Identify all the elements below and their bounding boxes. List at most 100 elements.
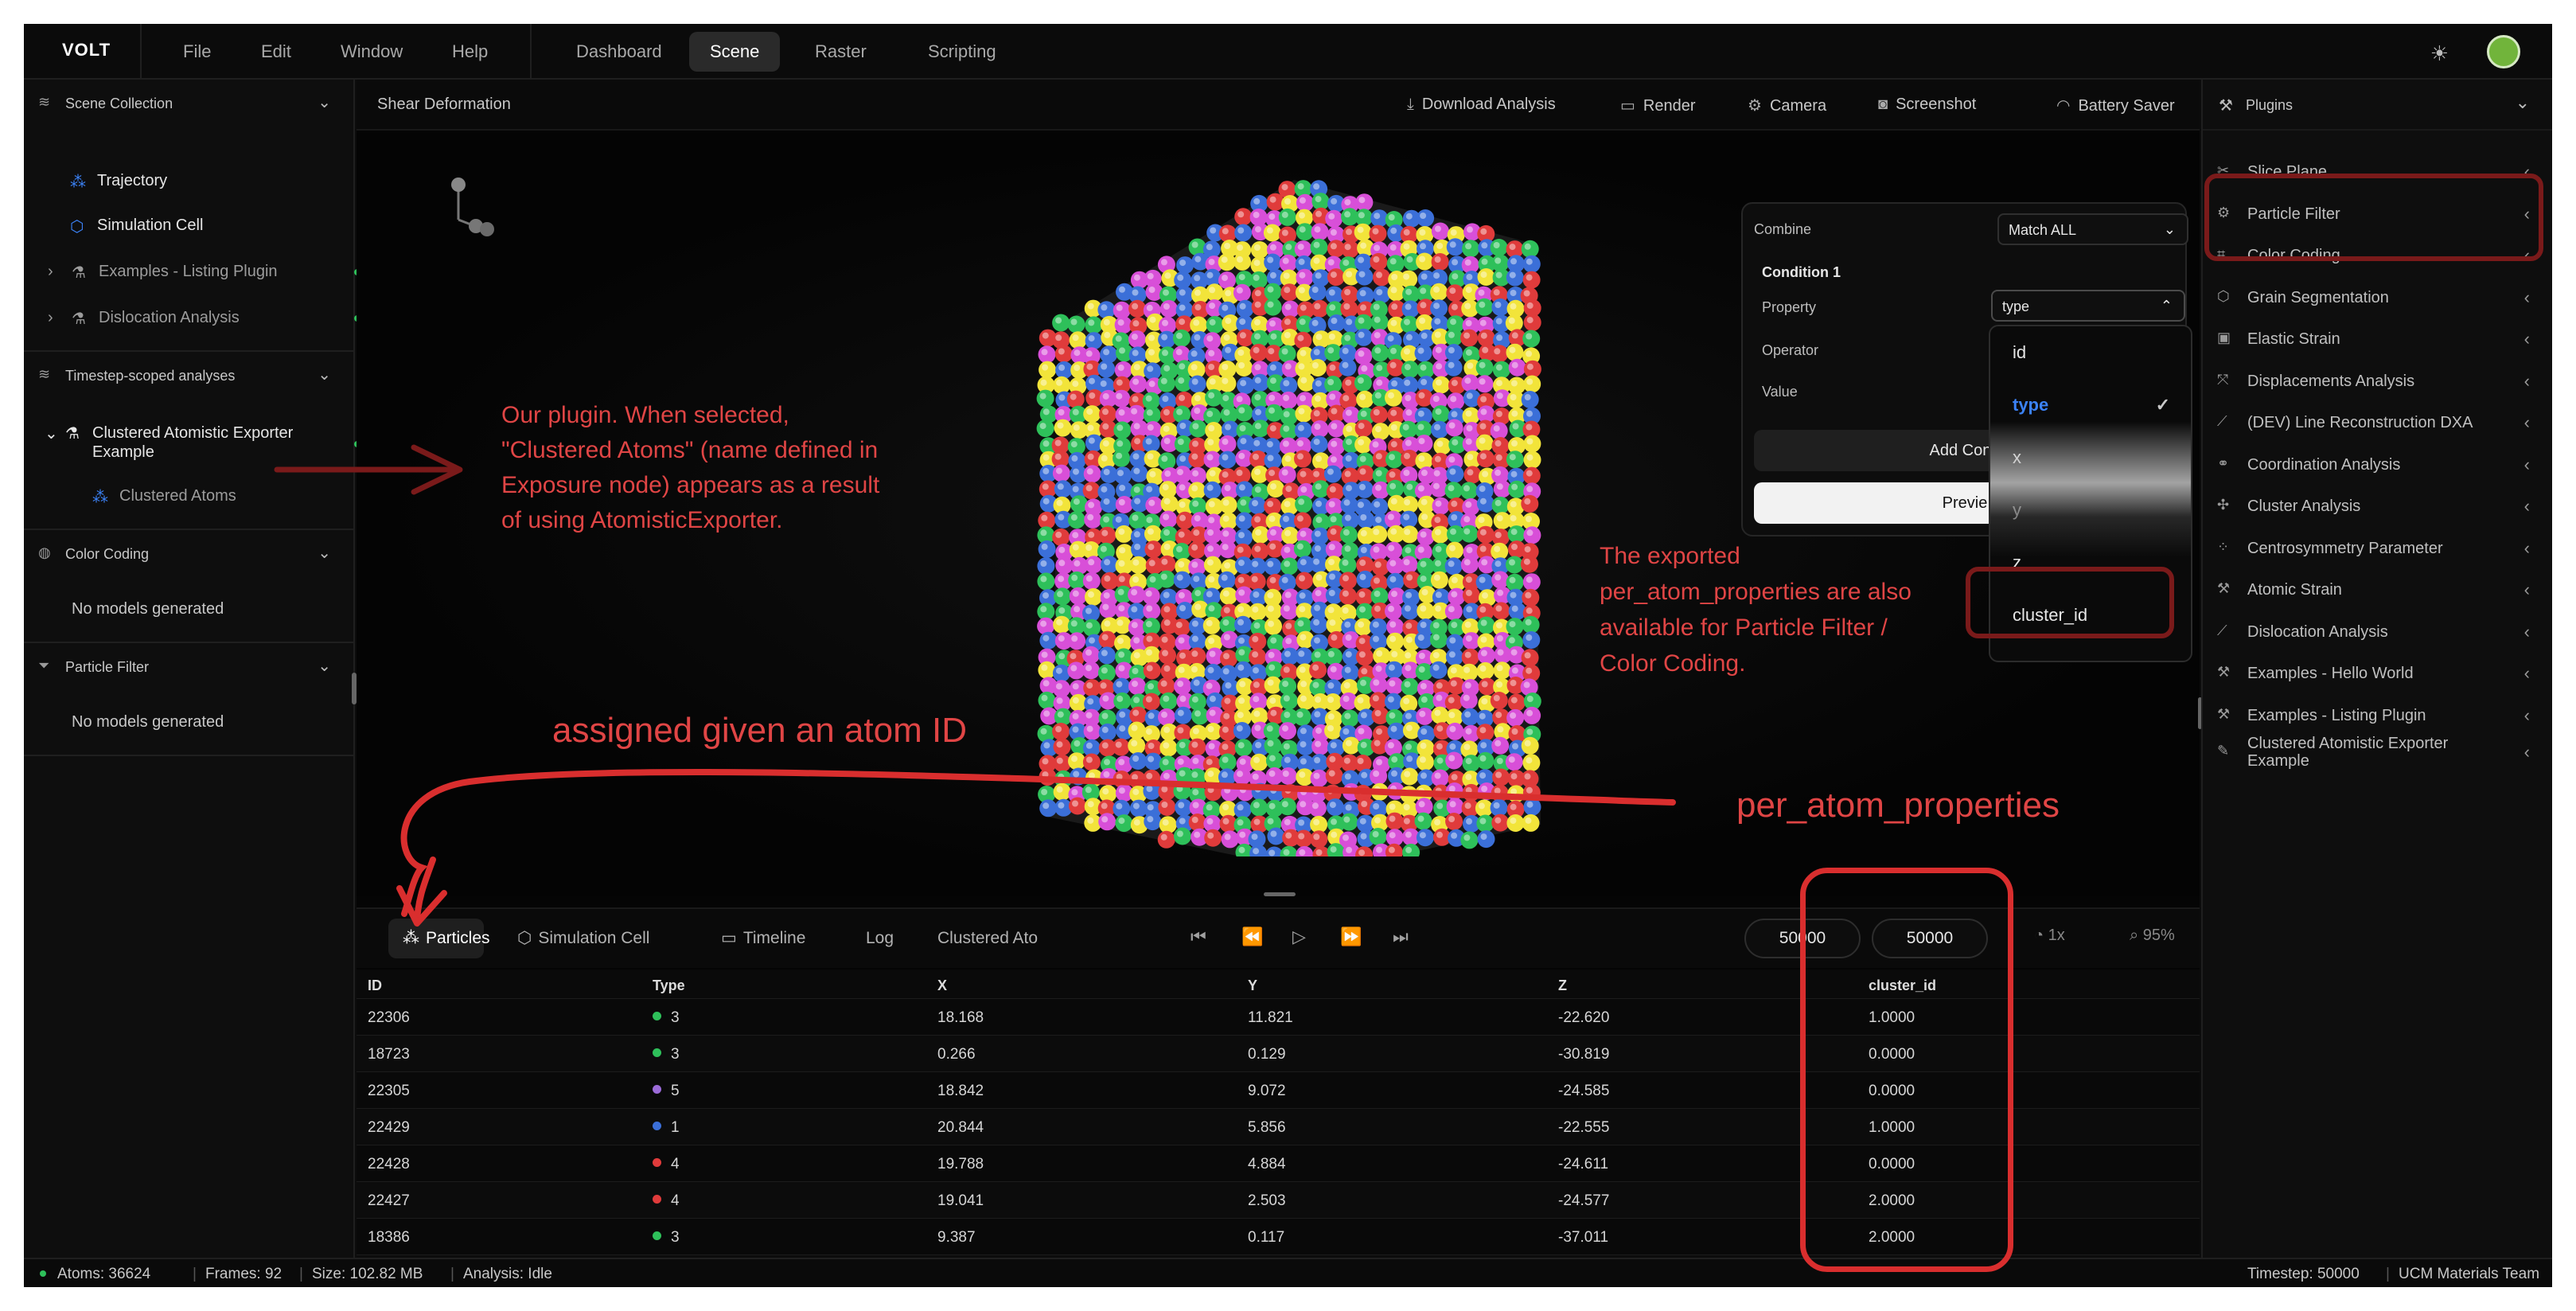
chevron-left-icon[interactable]: ‹ <box>2524 579 2530 600</box>
table-row[interactable]: 18723 3 0.266 0.129 -30.819 0.0000 <box>357 1035 2200 1071</box>
tab-particles[interactable]: ⁂ Particles <box>388 919 490 958</box>
table-row[interactable]: 22306 3 18.168 11.821 -22.620 1.0000 <box>357 998 2200 1035</box>
plugin-item-elastic-strain[interactable]: ▣ Elastic Strain ‹ <box>2203 318 2552 360</box>
color-coding-header[interactable]: ◍ Color Coding ⌄ <box>24 530 355 578</box>
plugins-header[interactable]: ⚒ Plugins ⌄ <box>2203 80 2552 131</box>
avatar[interactable] <box>2487 35 2520 68</box>
tree-item-clustered-exporter[interactable]: ⌄ ⚗ Clustered Atomistic Exporter Example <box>45 423 360 465</box>
chevron-left-icon[interactable]: ‹ <box>2524 204 2530 224</box>
chevron-down-icon[interactable]: ⌄ <box>2516 92 2530 113</box>
tree-item-dislocation-analysis[interactable]: › ⚗ Dislocation Analysis <box>48 309 360 330</box>
plugin-item-dev-line-reconstruction-dxa[interactable]: ⟋ (DEV) Line Reconstruction DXA ‹ <box>2203 402 2552 443</box>
menu-window[interactable]: Window <box>341 41 403 62</box>
chevron-down-icon[interactable]: ⌄ <box>318 543 331 563</box>
battery-saver-button[interactable]: ◠ Battery Saver <box>2056 96 2175 115</box>
column-header[interactable]: ID <box>368 977 382 994</box>
timestep-analyses-header[interactable]: ≋ Timestep-scoped analyses ⌄ <box>24 352 355 400</box>
step-forward-icon[interactable]: ⏩ <box>1340 927 1362 947</box>
particle-filter-header[interactable]: ⏷ Particle Filter ⌄ <box>24 643 355 691</box>
plugin-item-dislocation-analysis[interactable]: ⟋ Dislocation Analysis ‹ <box>2203 611 2552 653</box>
tab-log[interactable]: Log <box>852 919 908 958</box>
axis-gizmo-icon[interactable] <box>436 172 516 252</box>
resize-handle[interactable] <box>1264 892 1296 896</box>
plugin-item-cluster-analysis[interactable]: ✣ Cluster Analysis ‹ <box>2203 486 2552 527</box>
download-analysis-button[interactable]: ⤓ Download Analysis <box>1407 96 1556 114</box>
column-header[interactable]: X <box>937 977 947 994</box>
property-dropdown[interactable]: id type ✓ x y z cluster_id <box>1989 325 2192 662</box>
tab-scene[interactable]: Scene <box>689 32 781 72</box>
tab-simulation-cell[interactable]: ⬡ Simulation Cell <box>503 919 664 958</box>
chevron-down-icon[interactable]: ⌄ <box>318 365 331 384</box>
scene-collection-header[interactable]: ≋ Scene Collection ⌄ <box>24 80 355 127</box>
chevron-left-icon[interactable]: ‹ <box>2524 412 2530 433</box>
table-row[interactable]: 22428 4 19.788 4.884 -24.611 0.0000 <box>357 1145 2200 1181</box>
frame-current-input[interactable]: 50000 <box>1744 919 1861 958</box>
chevron-down-icon[interactable]: ⌄ <box>318 656 331 676</box>
column-header[interactable]: Type <box>653 977 685 994</box>
combine-select[interactable]: Match ALL ⌄ <box>1997 213 2188 245</box>
table-row[interactable]: 22427 4 19.041 2.503 -24.577 2.0000 <box>357 1181 2200 1218</box>
plugin-item-examples-hello-world[interactable]: ⚒ Examples - Hello World ‹ <box>2203 653 2552 694</box>
plugin-item-examples-listing-plugin[interactable]: ⚒ Examples - Listing Plugin ‹ <box>2203 695 2552 736</box>
chevron-left-icon[interactable]: ‹ <box>2524 538 2530 559</box>
dropdown-option-z[interactable]: z <box>1990 536 2191 589</box>
tab-dashboard[interactable]: Dashboard <box>555 32 683 72</box>
chevron-left-icon[interactable]: ‹ <box>2524 622 2530 642</box>
chevron-left-icon[interactable]: ‹ <box>2524 705 2530 726</box>
frame-total-input[interactable]: 50000 <box>1872 919 1988 958</box>
column-header[interactable]: Y <box>1248 977 1257 994</box>
chevron-left-icon[interactable]: ‹ <box>2524 742 2530 763</box>
chevron-down-icon[interactable]: ⌄ <box>318 92 331 112</box>
column-header[interactable]: Z <box>1558 977 1567 994</box>
camera-button[interactable]: ⚙ Camera <box>1748 96 1826 115</box>
plugin-item-atomic-strain[interactable]: ⚒ Atomic Strain ‹ <box>2203 569 2552 611</box>
dropdown-option-y[interactable]: y <box>1990 484 2191 536</box>
step-back-icon[interactable]: ⏪ <box>1241 927 1263 947</box>
plugin-item-grain-segmentation[interactable]: ⬡ Grain Segmentation ‹ <box>2203 277 2552 318</box>
plugin-item-color-coding[interactable]: ⌗ Color Coding ‹ <box>2203 235 2552 276</box>
tree-item-simulation-cell[interactable]: ⬡ Simulation Cell <box>70 217 341 237</box>
table-row[interactable]: 22429 1 20.844 5.856 -22.555 1.0000 <box>357 1108 2200 1145</box>
speed-control[interactable]: ◔ 1x <box>2034 927 2065 945</box>
chevron-left-icon[interactable]: ‹ <box>2524 371 2530 392</box>
tree-item-trajectory[interactable]: ⁂ Trajectory <box>70 172 341 193</box>
tab-timeline[interactable]: ▭ Timeline <box>707 919 820 958</box>
plugin-item-displacements-analysis[interactable]: ⤧ Displacements Analysis ‹ <box>2203 361 2552 402</box>
chevron-right-icon[interactable]: › <box>48 309 53 327</box>
plugin-item-particle-filter[interactable]: ⚙ Particle Filter ‹ <box>2203 193 2552 235</box>
column-header[interactable]: cluster_id <box>1869 977 1936 994</box>
tree-item-examples-listing[interactable]: › ⚗ Examples - Listing Plugin <box>48 263 360 283</box>
skip-end-icon[interactable]: ⏭ <box>1393 927 1409 947</box>
plugin-item-centrosymmetry-parameter[interactable]: ⁘ Centrosymmetry Parameter ‹ <box>2203 528 2552 569</box>
tab-scripting[interactable]: Scripting <box>907 32 1017 72</box>
play-icon[interactable]: ▷ <box>1292 927 1306 947</box>
dropdown-option-cluster-id[interactable]: cluster_id <box>1990 589 2191 642</box>
menu-help[interactable]: Help <box>452 41 488 62</box>
menu-edit[interactable]: Edit <box>261 41 291 62</box>
plugin-item-clustered-atomistic-exporter-example[interactable]: ✎ Clustered Atomistic Exporter Example ‹ <box>2203 732 2552 773</box>
chevron-left-icon[interactable]: ‹ <box>2524 663 2530 684</box>
screenshot-button[interactable]: ◙ Screenshot <box>1878 96 1976 114</box>
dropdown-option-x[interactable]: x <box>1990 431 2191 484</box>
atom-crystal-render[interactable] <box>1031 156 1588 856</box>
chevron-left-icon[interactable]: ‹ <box>2524 329 2530 349</box>
plugin-item-coordination-analysis[interactable]: ⚭ Coordination Analysis ‹ <box>2203 444 2552 486</box>
chevron-right-icon[interactable]: › <box>48 263 53 281</box>
dropdown-option-type[interactable]: type ✓ <box>1990 379 2191 431</box>
menu-file[interactable]: File <box>183 41 211 62</box>
table-row[interactable]: 18386 3 9.387 0.117 -37.011 2.0000 <box>357 1218 2200 1254</box>
render-button[interactable]: ▭ Render <box>1620 96 1696 115</box>
chevron-left-icon[interactable]: ‹ <box>2524 455 2530 475</box>
tree-item-clustered-atoms[interactable]: ⁂ Clustered Atoms <box>92 487 347 508</box>
chevron-left-icon[interactable]: ‹ <box>2524 496 2530 517</box>
chevron-left-icon[interactable]: ‹ <box>2524 287 2530 308</box>
theme-toggle-icon[interactable]: ☀ <box>2430 41 2449 66</box>
skip-start-icon[interactable]: ⏮ <box>1191 927 1206 947</box>
zoom-control[interactable]: ⌕ 95% <box>2130 927 2175 945</box>
property-select[interactable]: type ⌃ <box>1991 290 2185 322</box>
chevron-left-icon[interactable]: ‹ <box>2524 162 2530 182</box>
plugin-item-slice-plane[interactable]: ✂ Slice Plane ‹ <box>2203 151 2552 193</box>
dropdown-option-id[interactable]: id <box>1990 326 2191 379</box>
chevron-left-icon[interactable]: ‹ <box>2524 245 2530 266</box>
tab-raster[interactable]: Raster <box>794 32 887 72</box>
